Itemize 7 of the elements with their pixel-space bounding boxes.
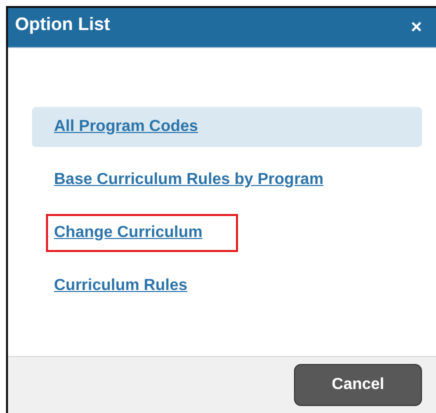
cancel-button[interactable]: Cancel [294,364,422,406]
option-link[interactable]: All Program Codes [46,108,234,146]
option-link[interactable]: Curriculum Rules [46,267,224,305]
close-button[interactable]: × [408,16,424,38]
option-link[interactable]: Base Curriculum Rules by Program [46,161,360,199]
option-link[interactable]: Change Curriculum [46,214,238,252]
window-title: Option List [15,14,110,35]
